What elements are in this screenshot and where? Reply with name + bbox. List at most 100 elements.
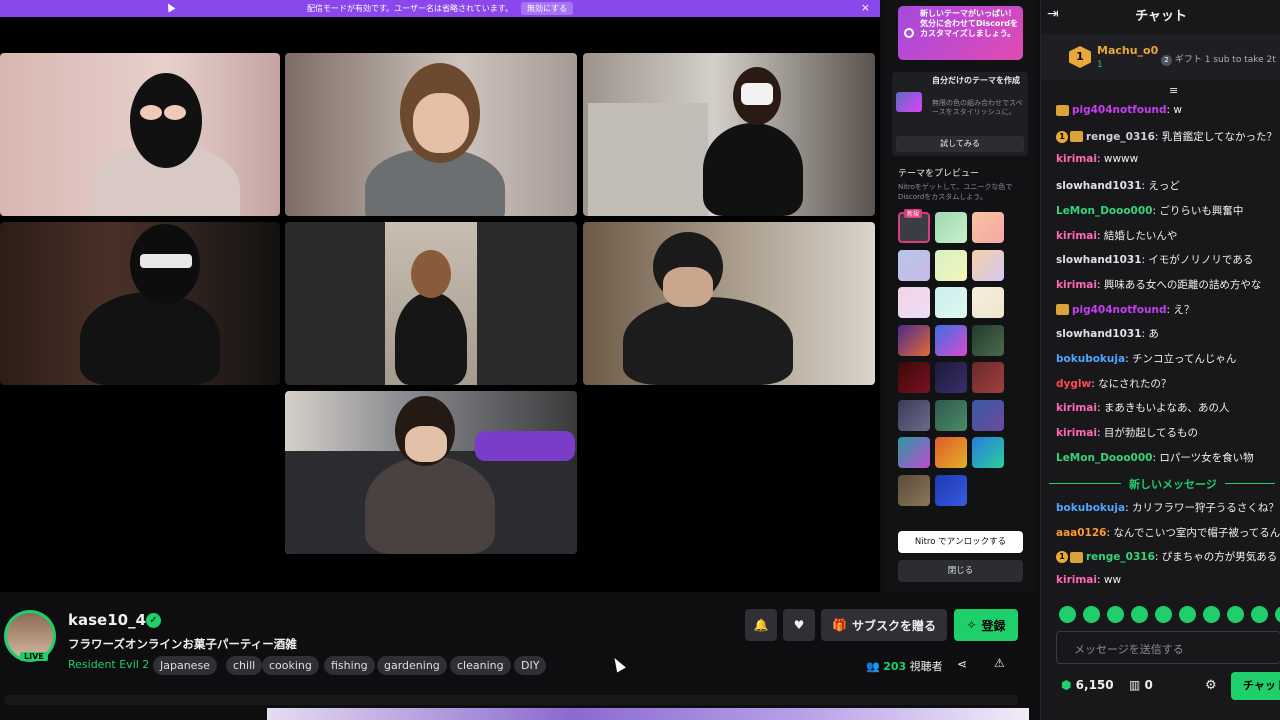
viewer-label: 視聴者 [909, 660, 943, 673]
emote-icon[interactable] [1059, 606, 1076, 623]
try-button[interactable]: 試してみる [896, 136, 1024, 152]
chat-username[interactable]: bokubokuja [1056, 502, 1125, 514]
theme-swatch[interactable] [898, 437, 930, 468]
chat-text: : ぴまちゃの方が男気ある [1154, 551, 1278, 564]
bell-icon[interactable]: 🔔 [745, 609, 777, 641]
chat-username[interactable]: bokubokuja [1056, 353, 1125, 365]
chat-message: bokubokuja: カリフラワー狩子うるさくね？ [1056, 500, 1279, 515]
chat-text: : ごりらいも興奮中 [1152, 204, 1244, 217]
theme-swatch[interactable] [898, 362, 930, 393]
chat-input[interactable]: メッセージを送信する [1056, 631, 1280, 664]
tag-japanese[interactable]: Japanese [153, 656, 217, 675]
heart-icon[interactable]: ♥ [783, 609, 815, 641]
chat-message: kirimai: まあきもいよなあ、あの人 [1056, 400, 1229, 415]
chat-username[interactable]: slowhand1031 [1056, 254, 1142, 266]
video-tile-3 [583, 53, 875, 216]
tag-diy[interactable]: DIY [514, 656, 547, 675]
chat-username[interactable]: slowhand1031 [1056, 328, 1142, 340]
divider-bar [5, 695, 1018, 705]
game-link[interactable]: Resident Evil 2 [68, 658, 149, 671]
chat-text: : あ [1141, 328, 1159, 341]
gift-user[interactable]: Machu_o0 [1097, 44, 1158, 57]
chat-username[interactable]: dyglw [1056, 378, 1091, 390]
tag-chill[interactable]: chill [226, 656, 263, 675]
theme-swatch[interactable] [898, 324, 930, 356]
emote-icon[interactable] [1083, 606, 1100, 623]
chat-username[interactable]: kirimai [1056, 402, 1097, 414]
chat-username[interactable]: kirimai [1056, 574, 1097, 586]
disable-button[interactable]: 無効にする [520, 2, 574, 15]
theme-swatch[interactable] [898, 399, 930, 431]
settings-icon[interactable]: ⚙ [1205, 678, 1217, 693]
theme-swatch[interactable] [898, 474, 930, 506]
streamer-name[interactable]: kase10_4 [68, 611, 146, 629]
rank-badge: 1 [1069, 46, 1091, 68]
emote-icon[interactable] [1251, 606, 1268, 623]
viewer-number: 203 [883, 660, 907, 673]
channel-points[interactable]: ⬢ 6,150 [1061, 678, 1114, 692]
theme-icon [896, 92, 922, 112]
theme-swatch[interactable] [972, 287, 1004, 318]
preview-desc: Nitroをゲットして、ユニークな色でDiscordをカスタムしよう。 [898, 183, 1013, 201]
theme-swatch[interactable] [935, 399, 967, 431]
unlock-button[interactable]: Nitro でアンロックする [898, 531, 1023, 553]
chat-username[interactable]: LeMon_Dooo000 [1056, 205, 1152, 217]
chat-username[interactable]: pig404notfound [1072, 104, 1167, 116]
theme-swatch[interactable] [972, 249, 1004, 281]
theme-swatch[interactable] [935, 249, 967, 281]
emote-icon[interactable] [1203, 606, 1220, 623]
chat-username[interactable]: pig404notfound [1072, 304, 1167, 316]
new-badge: 新規 [904, 209, 923, 218]
close-icon[interactable]: × [861, 1, 870, 14]
theme-swatch[interactable] [935, 437, 967, 468]
close-panel-button[interactable]: 閉じる [898, 560, 1023, 582]
nitro-promo-card[interactable]: 新しいテーマがいっぱい！気分に合わせてDiscordをカスタマイズしましょう。 [898, 6, 1023, 60]
chat-text: : 結婚したいんや [1097, 229, 1178, 242]
tag-gardening[interactable]: gardening [377, 656, 447, 675]
emote-icon[interactable] [1227, 606, 1244, 623]
emote-icon[interactable] [1107, 606, 1124, 623]
tag-cleaning[interactable]: cleaning [450, 656, 511, 675]
gift-leaderboard: 1 Machu_o0 1 2 ギフト 1 sub to take 2t [1041, 34, 1280, 80]
chat-username[interactable]: renge_0316 [1086, 131, 1155, 143]
theme-swatch[interactable] [935, 212, 967, 243]
share-icon[interactable]: ⋖ [957, 657, 967, 671]
chat-username[interactable]: kirimai [1056, 153, 1097, 165]
theme-swatch[interactable] [972, 362, 1004, 393]
tag-fishing[interactable]: fishing [324, 656, 375, 675]
chat-text: : まあきもいよなあ、あの人 [1097, 402, 1230, 415]
video-player[interactable] [0, 17, 880, 592]
chat-username[interactable]: slowhand1031 [1056, 180, 1142, 192]
emote-icon[interactable] [1155, 606, 1172, 623]
video-tile-4 [0, 222, 280, 385]
chat-message: kirimai: ww [1056, 574, 1121, 586]
emote-icon[interactable] [1275, 606, 1280, 623]
chat-username[interactable]: kirimai [1056, 279, 1097, 291]
theme-swatch[interactable] [935, 362, 967, 393]
subscribe-button[interactable]: ✧ 登録 [954, 609, 1018, 641]
chat-send-button[interactable]: チャット [1231, 672, 1280, 700]
tag-cooking[interactable]: cooking [262, 656, 319, 675]
report-icon[interactable]: ⚠ [994, 656, 1005, 670]
theme-swatch[interactable] [935, 474, 967, 506]
pin-icon[interactable]: ≡ [1169, 84, 1178, 97]
emote-icon[interactable] [1179, 606, 1196, 623]
theme-swatch[interactable] [898, 249, 930, 281]
theme-swatch[interactable] [972, 324, 1004, 356]
theme-swatch[interactable] [972, 437, 1004, 468]
chat-message: slowhand1031: えっど [1056, 178, 1180, 193]
theme-swatch[interactable] [898, 287, 930, 318]
theme-swatch[interactable] [972, 212, 1004, 243]
chat-username[interactable]: renge_0316 [1086, 551, 1155, 563]
theme-swatch[interactable] [935, 287, 967, 318]
gift-sub-button[interactable]: 🎁 サブスクを贈る [821, 609, 947, 641]
theme-swatch[interactable] [972, 399, 1004, 431]
emote-icon[interactable] [1131, 606, 1148, 623]
theme-swatch[interactable] [935, 324, 967, 356]
chat-username[interactable]: kirimai [1056, 427, 1097, 439]
chat-username[interactable]: aaa0126 [1056, 527, 1106, 539]
chat-text: : wwww [1097, 153, 1139, 166]
chat-username[interactable]: LeMon_Dooo000 [1056, 452, 1152, 464]
chat-username[interactable]: kirimai [1056, 230, 1097, 242]
drops[interactable]: ▥ 0 [1129, 678, 1153, 692]
